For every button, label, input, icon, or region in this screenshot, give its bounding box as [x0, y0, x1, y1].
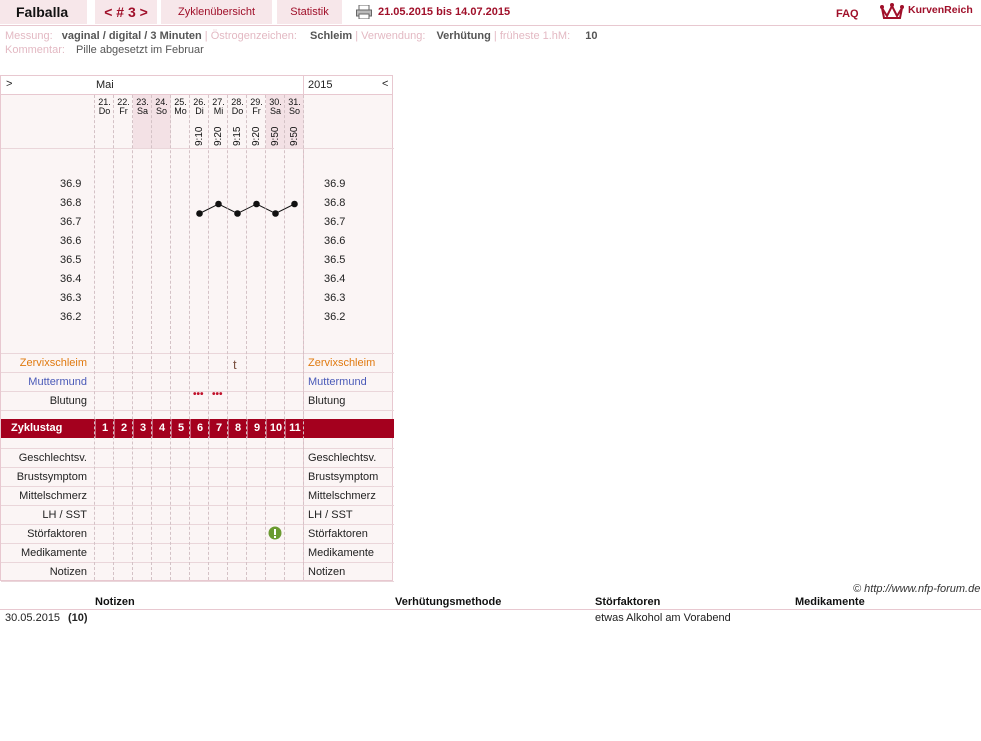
row-label: Medikamente [20, 547, 87, 559]
crown-logo-icon [880, 3, 904, 19]
row-label: Mittelschmerz [19, 490, 87, 502]
earliest-label: früheste 1.hM: [499, 30, 571, 42]
cycle-chart: > Mai 2015 < 21. Do 22. Fr 23. Sa 24. So 25. Mo 26… [0, 75, 394, 582]
temperature-point[interactable] [215, 200, 222, 208]
date-range: 21.05.2015 bis 14.07.2015 [378, 6, 511, 18]
row-label: Störfaktoren [27, 528, 87, 540]
row-label-right: LH / SST [308, 509, 353, 521]
temperature-point[interactable] [291, 200, 298, 208]
day-gridline [246, 95, 247, 580]
estrogen-label: Östrogenzeichen: [210, 30, 297, 42]
faq-link[interactable]: FAQ [836, 8, 859, 20]
zervix-label: Zervixschleim [19, 357, 87, 369]
col-notizen: Notizen [95, 596, 135, 608]
temperature-point[interactable] [253, 200, 260, 208]
copyright[interactable]: © http://www.nfp-forum.de [853, 583, 980, 595]
zyklustag-label: Zyklustag [11, 422, 63, 434]
temperature-point[interactable] [196, 210, 203, 217]
zyklustag-row: Zyklustag 1 2 3 4 5 6 7 8 9 10 11 [1, 419, 394, 438]
zervix-label-right: Zervixschleim [308, 357, 376, 369]
cycle-day-number: 5 [171, 419, 190, 438]
day-gridline [113, 95, 114, 580]
temperature-curve [196, 200, 298, 217]
estrogen-value: Schleim [310, 30, 353, 42]
cycle-day-number: 2 [114, 419, 133, 438]
row-label-right: Medikamente [308, 547, 375, 559]
usage-label: Verwendung: [361, 30, 426, 42]
day-gridline [284, 95, 285, 580]
printer-icon[interactable] [356, 5, 372, 19]
tab-statistics[interactable]: Statistik [277, 0, 342, 24]
meta-line: Messung: vaginal / digital / 3 Minuten |… [5, 30, 598, 42]
col-verhuetung: Verhütungsmethode [395, 596, 502, 608]
row-label: Geschlechtsv. [18, 452, 87, 464]
earliest-value: 10 [585, 30, 598, 42]
row-stoerfaktoren: etwas Alkohol am Vorabend [595, 612, 731, 624]
cycle-day-number: 3 [133, 419, 152, 438]
day-gridline [227, 95, 228, 580]
cycle-day-number: 7 [209, 419, 228, 438]
day-gridline [189, 95, 190, 580]
row-date: 30.05.2015 [5, 612, 61, 624]
day-gridline [94, 95, 95, 580]
logo-text[interactable]: KurvenReich [908, 4, 973, 16]
col-medikamente: Medikamente [795, 596, 865, 608]
day-gridline [265, 95, 266, 580]
tab-cycle-overview[interactable]: Zyklenübersicht [161, 0, 272, 24]
row-label-right: Brustsymptom [308, 471, 379, 483]
day-gridline [208, 95, 209, 580]
cycle-day-number: 4 [152, 419, 171, 438]
day-gridline [170, 95, 171, 580]
table-divider [0, 609, 981, 610]
day-gridline [151, 95, 152, 580]
cycle-day-number: 11 [285, 419, 304, 438]
usage-value: Verhütung [436, 30, 491, 42]
row-label: Brustsymptom [16, 471, 87, 483]
row-label: LH / SST [42, 509, 87, 521]
row-label-right: Störfaktoren [308, 528, 368, 540]
zervix-mark: t [233, 357, 237, 372]
row-label-right: Geschlechtsv. [308, 452, 377, 464]
muttermund-label: Muttermund [28, 376, 87, 388]
row-day: (10) [68, 612, 88, 624]
day-gridline [303, 95, 304, 580]
comment-label: Kommentar: [5, 44, 65, 56]
temperature-point[interactable] [272, 210, 279, 217]
bleeding-mark: ••• [193, 389, 204, 400]
measure-value: vaginal / digital / 3 Minuten [61, 30, 202, 42]
alert-icon[interactable] [268, 526, 282, 540]
muttermund-label-right: Muttermund [308, 376, 367, 388]
cycle-day-number: 9 [247, 419, 266, 438]
cycle-day-number: 1 [95, 419, 114, 438]
blutung-label: Blutung [49, 395, 87, 407]
col-stoerfaktoren: Störfaktoren [595, 596, 661, 608]
comment-line: Kommentar: Pille abgesetzt im Februar [5, 44, 204, 56]
day-gridline [132, 95, 133, 580]
row-label-right: Notizen [308, 566, 346, 578]
row-label-right: Mittelschmerz [308, 490, 376, 502]
row-label: Notizen [49, 566, 87, 578]
cycle-day-number: 6 [190, 419, 209, 438]
measure-label: Messung: [5, 30, 53, 42]
cycle-day-number: 10 [266, 419, 285, 438]
user-name: Falballa [0, 0, 87, 24]
temperature-point[interactable] [234, 210, 241, 217]
cycle-day-number: 8 [228, 419, 247, 438]
cycle-navigator[interactable]: < # 3 > [95, 0, 157, 24]
temperature-line [199, 203, 295, 215]
bleeding-mark: ••• [212, 389, 223, 400]
blutung-label-right: Blutung [308, 395, 346, 407]
comment-value: Pille abgesetzt im Februar [75, 44, 204, 56]
